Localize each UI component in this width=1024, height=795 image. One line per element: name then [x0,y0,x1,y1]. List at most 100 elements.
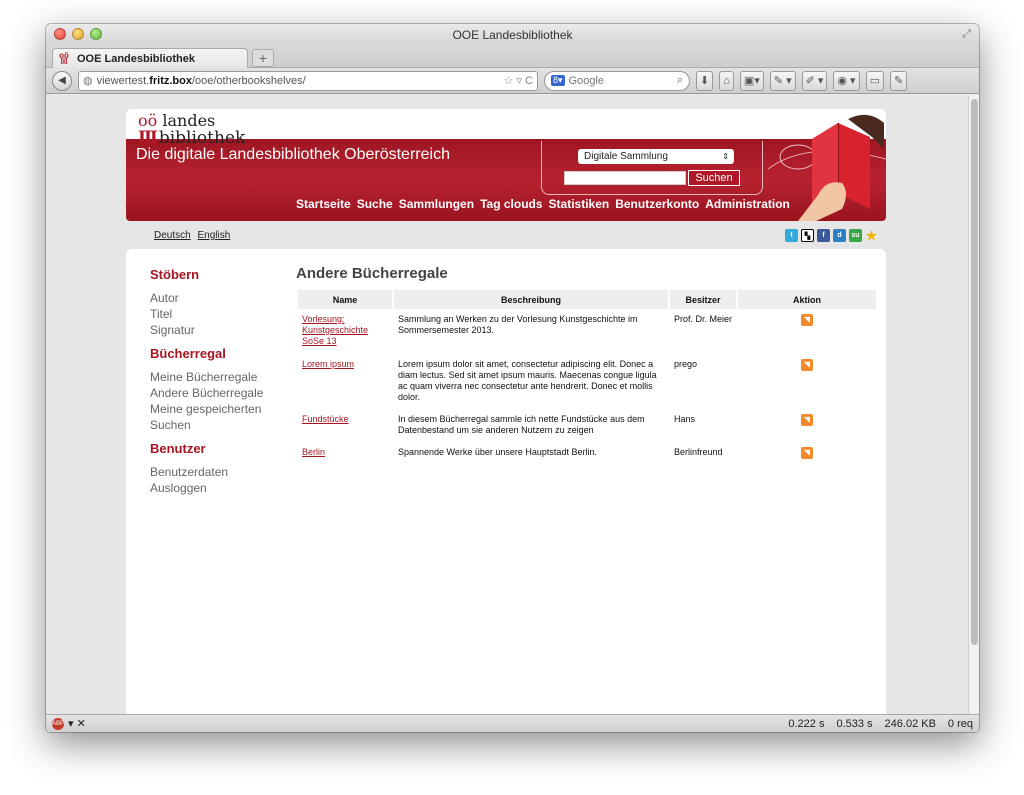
rss-icon[interactable]: ◥ [801,359,813,371]
table-row: Vorlesung: Kunstgeschichte SoSe 13 Samml… [298,309,876,354]
nav-item-tag-clouds[interactable]: Tag clouds [480,197,542,211]
window-title: OOE Landesbibliothek [452,28,573,42]
sidebar-item-autor[interactable]: Autor [150,290,280,306]
page-title: Andere Bücherregale [296,265,448,282]
back-button[interactable]: ◀ [52,70,72,91]
main-content: Andere Bücherregale Name Beschreibung Be… [296,265,878,466]
bookshelf-link[interactable]: Lorem ipsum [302,359,354,369]
color-picker-button[interactable]: ✐ ▾ [801,70,828,91]
lang-english-link[interactable]: English [197,230,230,241]
column-header-aktion: Aktion [738,290,876,309]
header-reader-image [768,114,886,221]
language-switcher: Deutsch English [154,230,234,241]
sidebar: Stöbern Autor Titel Signatur Bücherregal… [150,267,280,504]
nav-item-startseite[interactable]: Startseite [296,197,351,211]
zoom-window-button[interactable] [90,28,102,40]
nav-item-statistiken[interactable]: Statistiken [549,197,610,211]
bookshelf-owner: Hans [674,414,696,424]
address-bar[interactable]: ◍ viewertest.fritz.box/ooe/otherbookshel… [78,70,538,91]
search-engine-icon[interactable]: 8▾ [551,75,565,86]
url-text: viewertest.fritz.box/ooe/otherbookshelve… [96,74,306,87]
scrollbar-thumb[interactable] [971,99,978,645]
favorite-star-icon[interactable]: ★ [865,229,878,242]
sidebar-item-titel[interactable]: Titel [150,306,280,322]
vertical-scrollbar[interactable] [968,95,979,714]
stumbleupon-icon[interactable]: su [849,229,862,242]
site-title: Die digitale Landesbibliothek Oberösterr… [136,146,450,163]
collection-select[interactable]: Digitale Sammlung ⇕ [578,149,734,164]
facebook-icon[interactable]: f [817,229,830,242]
addon-button[interactable]: ✎ ▾ [769,70,796,91]
bookshelf-link[interactable]: Fundstücke [302,414,349,424]
webdev-button[interactable]: ◉ ▾ [833,70,860,91]
search-engine-label: Google [568,74,605,87]
digg-icon[interactable]: d [833,229,846,242]
new-tab-button[interactable]: + [252,49,274,67]
load-stats: 0.222 s 0.533 s 246.02 KB 0 req [788,718,973,730]
sidebar-item-benutzerdaten[interactable]: Benutzerdaten [150,464,280,480]
tab-bar: oö III OOE Landesbibliothek + [46,46,979,68]
delicious-icon[interactable]: ▚ [801,229,814,242]
nav-item-sammlungen[interactable]: Sammlungen [399,197,474,211]
lang-deutsch-link[interactable]: Deutsch [154,230,191,241]
sidebar-item-signatur[interactable]: Signatur [150,322,280,338]
status-bar: ABP ▾ ✕ 0.222 s 0.533 s 246.02 KB 0 req [46,714,979,732]
rss-icon[interactable]: ◥ [801,314,813,326]
site-favicon-icon: oö III [59,50,69,66]
status-dropdown-icon[interactable]: ▾ ✕ [68,717,86,730]
bookshelf-owner: prego [674,359,698,369]
sidebar-item-meine-buecherregale[interactable]: Meine Bücherregale [150,369,280,385]
sidebar-heading-benutzer: Benutzer [150,441,206,456]
main-navigation: Startseite Suche Sammlungen Tag clouds S… [296,197,790,211]
nav-item-benutzerkonto[interactable]: Benutzerkonto [615,197,699,211]
addon-status-icon[interactable]: ABP [52,717,64,730]
minimize-window-button[interactable] [72,28,84,40]
fullscreen-icon[interactable]: ⤢ [962,28,971,41]
download-button[interactable]: ⬇ [696,70,714,91]
site-search-button[interactable]: Suchen [688,170,740,186]
table-row: Fundstücke In diesem Bücherregal sammle … [298,409,876,442]
bookshelf-owner: Berlinfreund [674,447,723,457]
column-header-beschreibung: Beschreibung [394,290,668,309]
site-logo[interactable]: oö landes III bibliothek [138,113,245,148]
bookshelf-link[interactable]: Berlin [302,447,325,457]
nav-item-suche[interactable]: Suche [357,197,393,211]
sidebar-item-andere-buecherregale[interactable]: Andere Bücherregale [150,385,280,401]
home-button[interactable]: ⌂ [719,70,734,91]
globe-icon: ◍ [83,75,93,87]
sidebar-item-gespeicherte-suchen[interactable]: Meine gespeicherten Suchen [150,401,280,433]
edit-button[interactable]: ✎ [889,70,908,91]
page-viewport: oö landes III bibliothek Die digitale Lan… [46,95,968,714]
search-icon[interactable]: ⌕ [677,74,683,87]
bookshelves-table: Name Beschreibung Besitzer Aktion Vorles… [296,290,878,466]
browser-tab[interactable]: oö III OOE Landesbibliothek [52,48,248,68]
screenshot-button[interactable]: ▣▾ [739,70,764,91]
bookshelf-description: Lorem ipsum dolor sit amet, consectetur … [398,359,657,402]
load-time-2: 0.533 s [836,717,873,730]
bookshelf-description: Sammlung an Werken zu der Vorlesung Kuns… [398,314,638,335]
rss-icon[interactable]: ◥ [801,447,813,459]
bookmark-star-icon[interactable]: ☆ ▿ C [504,74,533,87]
twitter-icon[interactable]: t [785,229,798,242]
sidebar-item-ausloggen[interactable]: Ausloggen [150,480,280,496]
navigation-toolbar: ◀ ◍ viewertest.fritz.box/ooe/otherbooksh… [46,68,979,94]
bookshelf-owner: Prof. Dr. Meier [674,314,733,324]
search-bar[interactable]: 8▾ Google ⌕ [544,70,690,91]
browser-window: OOE Landesbibliothek ⤢ oö III OOE Landesb… [46,24,979,732]
content-panel: Stöbern Autor Titel Signatur Bücherregal… [126,249,886,714]
page-size: 246.02 KB [884,717,936,730]
load-time-1: 0.222 s [788,717,825,730]
site-search-input[interactable] [564,171,686,185]
bookshelf-link[interactable]: Vorlesung: Kunstgeschichte SoSe 13 [302,314,368,346]
bookshelf-description: In diesem Bücherregal sammle ich nette F… [398,414,645,435]
table-header-row: Name Beschreibung Besitzer Aktion [298,290,876,309]
request-count: 0 req [947,717,973,730]
close-window-button[interactable] [54,28,66,40]
bookshelf-description: Spannende Werke über unsere Hauptstadt B… [398,447,597,457]
table-row: Berlin Spannende Werke über unsere Haupt… [298,442,876,466]
notes-button[interactable]: ▭ [865,70,884,91]
sidebar-heading-buecherregal: Bücherregal [150,346,226,361]
rss-icon[interactable]: ◥ [801,414,813,426]
sidebar-heading-stoebern: Stöbern [150,267,200,282]
site-header: oö landes III bibliothek Die digitale Lan… [126,109,886,221]
